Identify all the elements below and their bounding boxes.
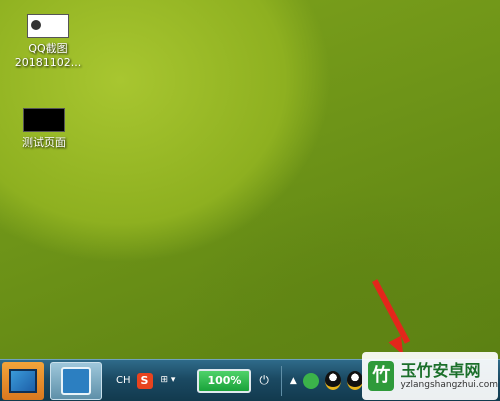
control-panel-icon	[61, 366, 91, 395]
desktop-icon-qq-screenshot[interactable]: QQ截图 20181102...	[6, 14, 90, 70]
start-button[interactable]	[2, 361, 44, 400]
power-plug-icon[interactable]: ⏻	[259, 373, 269, 388]
wechat-icon[interactable]	[302, 372, 319, 389]
ime-menu-icon[interactable]: ⊞ ▾	[161, 376, 176, 385]
show-hidden-icons-button[interactable]: ▲	[290, 376, 297, 386]
desktop-icon-test-page[interactable]: 测试页面	[2, 108, 86, 150]
tray-divider	[280, 365, 282, 396]
image-thumbnail-icon	[27, 14, 69, 38]
qq-penguin-icon[interactable]	[346, 371, 363, 390]
image-thumbnail-icon	[23, 108, 65, 132]
desktop-icon-label: QQ截图	[28, 42, 68, 55]
desktop-icon-label: 测试页面	[22, 136, 66, 149]
desktop-icon-sublabel: 20181102...	[14, 56, 82, 69]
qq-penguin-icon[interactable]	[324, 371, 341, 390]
sogou-ime-icon[interactable]: S	[136, 372, 153, 389]
watermark-url: yzlangshangzhui.com	[400, 379, 498, 390]
battery-indicator[interactable]: 100%	[197, 368, 252, 393]
bamboo-logo-icon: 竹	[368, 361, 395, 391]
taskbar-app-button[interactable]	[50, 361, 102, 400]
language-indicator[interactable]: CH	[116, 375, 131, 386]
watermark-title: 玉竹安卓网	[400, 360, 481, 380]
windows-logo-icon	[9, 368, 37, 393]
site-watermark: 竹 玉竹安卓网 yzlangshangzhui.com	[362, 352, 498, 400]
